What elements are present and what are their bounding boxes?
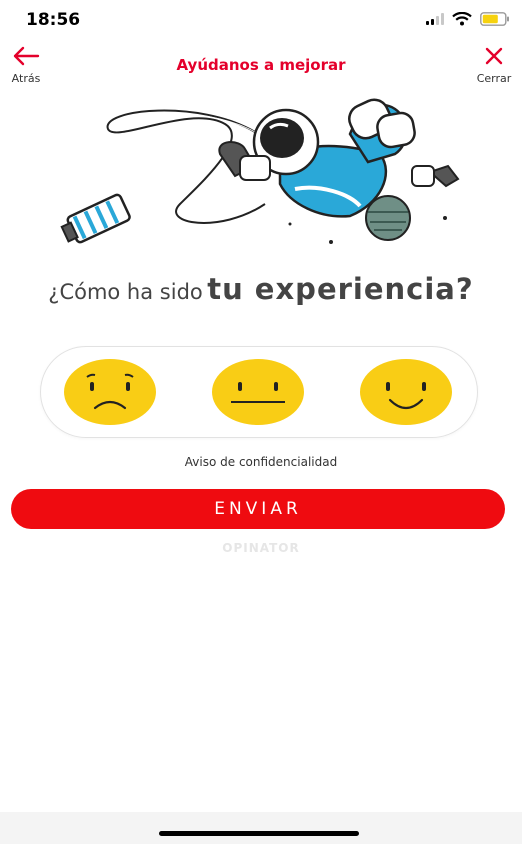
neutral-face-icon bbox=[212, 359, 304, 425]
astronaut-illustration bbox=[60, 98, 460, 244]
sad-face-icon bbox=[64, 359, 156, 425]
signal-icon bbox=[426, 13, 444, 25]
status-bar: 18:56 bbox=[0, 0, 522, 42]
rating-option-neutral[interactable] bbox=[211, 358, 305, 426]
rating-option-bad[interactable] bbox=[63, 358, 157, 426]
satellite-icon bbox=[60, 193, 131, 244]
battery-icon bbox=[480, 12, 509, 26]
rating-selector bbox=[40, 346, 478, 438]
close-label: Cerrar bbox=[476, 72, 512, 85]
question-heading: ¿Cómo ha sido tu experiencia? bbox=[0, 272, 522, 306]
header: Atrás Ayúdanos a mejorar Cerrar bbox=[0, 42, 522, 92]
submit-button[interactable]: ENVIAR bbox=[11, 489, 505, 529]
happy-face-icon bbox=[360, 359, 452, 425]
home-indicator[interactable] bbox=[159, 831, 359, 836]
rating-option-good[interactable] bbox=[359, 358, 453, 426]
status-time: 18:56 bbox=[26, 10, 81, 30]
question-prefix: ¿Cómo ha sido bbox=[48, 280, 203, 304]
brand-logo: OPINATOR bbox=[222, 541, 300, 555]
page-title: Ayúdanos a mejorar bbox=[176, 56, 346, 74]
privacy-notice-link[interactable]: Aviso de confidencialidad bbox=[0, 455, 522, 469]
close-button[interactable]: Cerrar bbox=[472, 46, 516, 86]
question-emphasis: tu experiencia? bbox=[207, 272, 474, 306]
close-icon bbox=[485, 47, 503, 65]
astronaut-icon bbox=[218, 98, 460, 218]
bottom-bar bbox=[0, 812, 522, 844]
wifi-icon bbox=[452, 12, 472, 26]
status-icons bbox=[426, 12, 510, 26]
